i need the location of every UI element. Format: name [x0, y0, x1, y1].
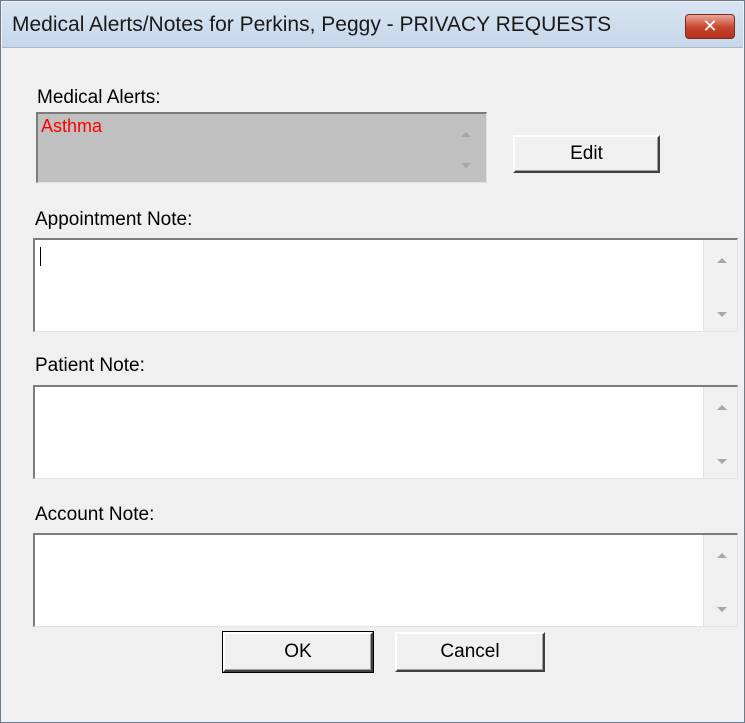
appointment-note-scrollbar[interactable] [703, 240, 737, 331]
ok-button-label: OK [284, 641, 312, 662]
text-caret [40, 247, 41, 266]
title-bar[interactable]: Medical Alerts/Notes for Perkins, Peggy … [2, 2, 743, 48]
medical-alerts-value: Asthma [41, 116, 103, 136]
patient-note-field[interactable] [33, 385, 738, 479]
appointment-note-field[interactable] [33, 238, 738, 332]
scroll-up-icon[interactable] [717, 258, 727, 263]
edit-button[interactable]: Edit [513, 135, 660, 173]
scroll-up-icon[interactable] [461, 132, 471, 137]
account-note-scrollbar[interactable] [703, 535, 737, 626]
scroll-down-icon[interactable] [717, 459, 727, 464]
close-button[interactable]: ✕ [685, 14, 735, 39]
patient-note-label: Patient Note: [35, 355, 145, 376]
appointment-note-label: Appointment Note: [35, 209, 193, 230]
account-note-field[interactable] [33, 533, 738, 627]
scroll-up-icon[interactable] [717, 405, 727, 410]
close-icon: ✕ [702, 16, 718, 36]
cancel-button-label: Cancel [440, 641, 500, 662]
scroll-down-icon[interactable] [717, 607, 727, 612]
medical-alerts-field[interactable]: Asthma [36, 112, 487, 183]
scroll-down-icon[interactable] [717, 312, 727, 317]
scroll-up-icon[interactable] [717, 553, 727, 558]
account-note-label: Account Note: [35, 504, 155, 525]
patient-note-scrollbar[interactable] [703, 387, 737, 478]
cancel-button[interactable]: Cancel [395, 632, 545, 672]
medical-alerts-scrollbar[interactable] [448, 114, 486, 182]
scroll-down-icon[interactable] [461, 163, 471, 168]
ok-button[interactable]: OK [222, 631, 374, 673]
edit-button-label: Edit [570, 143, 603, 164]
medical-alerts-label: Medical Alerts: [37, 87, 161, 108]
medical-alerts-notes-dialog: Medical Alerts/Notes for Perkins, Peggy … [0, 0, 745, 723]
window-title: Medical Alerts/Notes for Perkins, Peggy … [12, 13, 612, 36]
